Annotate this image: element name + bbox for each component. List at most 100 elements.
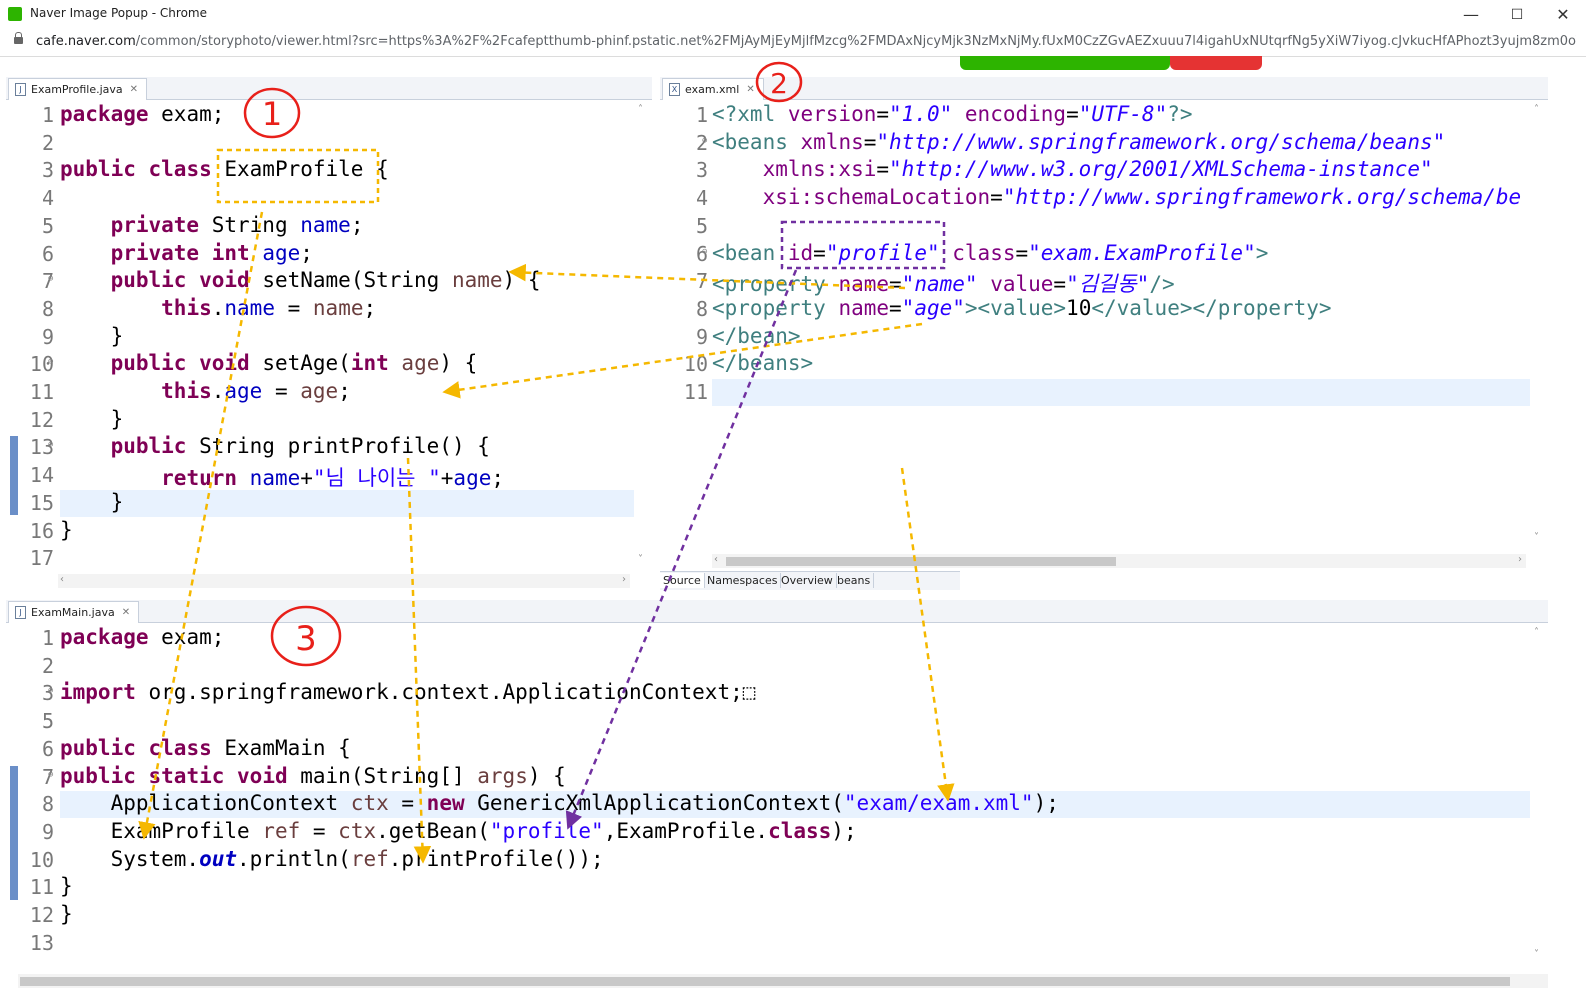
fold-toggle-icon[interactable]: ⊖ bbox=[48, 686, 53, 696]
code-token: "profile" bbox=[825, 240, 940, 265]
code-token: "name" bbox=[901, 272, 978, 297]
line-number: 10 bbox=[683, 352, 708, 377]
code-text: this.age = age; bbox=[60, 379, 351, 403]
code-text: public void setName(String name) { bbox=[60, 268, 541, 293]
page-horizontal-scrollbar[interactable] bbox=[18, 974, 1548, 988]
code-token: package bbox=[60, 625, 149, 649]
line-number: 6 bbox=[41, 736, 54, 761]
code-token: ExamMain { bbox=[211, 735, 351, 760]
line-number: 11 bbox=[683, 380, 708, 404]
scroll-up-icon[interactable]: ˄ bbox=[1534, 104, 1539, 115]
code-token: = bbox=[1015, 240, 1029, 265]
xml-tab-source[interactable]: Source bbox=[660, 573, 705, 588]
code-token: <property bbox=[712, 272, 839, 297]
line-number: 5 bbox=[695, 213, 708, 238]
code-token: private bbox=[110, 212, 200, 237]
scroll-left-icon[interactable]: ‹ bbox=[60, 574, 64, 585]
code-text: </bean> bbox=[712, 324, 801, 348]
xml-tab-beans[interactable]: beans bbox=[834, 573, 875, 588]
code-token: = bbox=[388, 791, 427, 816]
code-token: ctx bbox=[350, 791, 389, 816]
fold-toggle-icon[interactable]: ⊖ bbox=[702, 247, 707, 257]
horizontal-scrollbar[interactable]: ‹ › bbox=[712, 554, 1526, 568]
close-tab-icon[interactable]: ✕ bbox=[130, 84, 138, 95]
code-line: 13 ⊖ public String printProfile() { bbox=[6, 434, 652, 461]
code-text: <?xml version="1.0" encoding="UTF-8"?> bbox=[712, 102, 1193, 126]
close-tab-icon[interactable]: ✕ bbox=[746, 84, 754, 95]
code-area[interactable]: 1 <?xml version="1.0" encoding="UTF-8"?> 2… bbox=[660, 102, 1548, 552]
code-token: = bbox=[876, 157, 890, 182]
code-line: 7 ⊖ public void setName(String name) { bbox=[6, 268, 652, 295]
tab-exam-main-java[interactable]: J ExamMain.java ✕ bbox=[8, 601, 140, 623]
code-text: } bbox=[60, 518, 73, 542]
code-token: } bbox=[60, 874, 73, 899]
scroll-down-icon[interactable]: ˅ bbox=[1534, 949, 1539, 960]
share-stop-bar[interactable] bbox=[1170, 56, 1262, 70]
line-number: 11 bbox=[29, 380, 54, 404]
scroll-right-icon[interactable]: › bbox=[1518, 554, 1522, 565]
code-token: ) { bbox=[527, 763, 566, 788]
scroll-down-icon[interactable]: ˅ bbox=[1534, 532, 1539, 543]
scroll-left-icon[interactable]: ‹ bbox=[714, 554, 718, 565]
page-scroll-thumb[interactable] bbox=[20, 977, 1510, 986]
close-tab-icon[interactable]: ✕ bbox=[122, 607, 130, 618]
code-text: package exam; bbox=[60, 102, 224, 126]
scroll-thumb[interactable] bbox=[726, 557, 1116, 566]
maximize-button[interactable]: ☐ bbox=[1494, 0, 1540, 29]
xml-tab-overview[interactable]: Overview bbox=[778, 573, 837, 588]
scroll-right-icon[interactable]: › bbox=[622, 574, 626, 585]
code-token: ><value> bbox=[964, 295, 1067, 320]
scroll-up-icon[interactable]: ˄ bbox=[638, 104, 643, 115]
code-token: public bbox=[110, 351, 187, 376]
code-area[interactable]: 1 package exam; 2 3 public class ExamProfile… bbox=[6, 102, 652, 582]
fold-toggle-icon[interactable]: ⊖ bbox=[48, 274, 53, 284]
fold-toggle-icon[interactable]: ⊖ bbox=[48, 770, 53, 780]
exam-main-editor: J ExamMain.java ✕ 1 package exam; 2 3 ⊖ impor… bbox=[6, 600, 1548, 972]
code-line: 17 bbox=[6, 545, 652, 572]
code-text: public class ExamMain { bbox=[60, 736, 351, 760]
code-text: } bbox=[60, 902, 73, 926]
tab-exam-xml[interactable]: X exam.xml ✕ bbox=[662, 78, 764, 100]
scroll-down-icon[interactable]: ˅ bbox=[638, 554, 643, 565]
code-line: 12} bbox=[6, 902, 1548, 929]
code-token: public bbox=[60, 157, 136, 182]
close-button[interactable]: ✕ bbox=[1540, 0, 1586, 29]
code-token: this bbox=[161, 379, 212, 403]
code-token: return bbox=[161, 466, 238, 491]
scroll-up-icon[interactable]: ˄ bbox=[1534, 627, 1539, 638]
fold-toggle-icon[interactable]: ⊖ bbox=[48, 440, 53, 450]
code-token: .getBean( bbox=[376, 818, 490, 843]
code-token: main(String[] bbox=[287, 763, 478, 788]
code-token: class bbox=[768, 818, 832, 843]
code-token: ) { bbox=[502, 268, 541, 293]
fold-toggle-icon[interactable]: ⊖ bbox=[702, 136, 707, 146]
code-token: <?xml bbox=[712, 102, 788, 126]
horizontal-scrollbar[interactable]: ‹ › bbox=[58, 574, 630, 588]
code-token: } bbox=[60, 323, 124, 348]
vertical-scrollbar[interactable]: ˄ ˅ bbox=[1530, 625, 1548, 972]
tab-exam-profile-java[interactable]: J ExamProfile.java ✕ bbox=[8, 78, 148, 100]
code-line: 6 private int age; bbox=[6, 241, 652, 268]
fold-toggle-icon[interactable]: ⊖ bbox=[48, 357, 53, 367]
exam-xml-editor: X exam.xml ✕ 1 <?xml version="1.0" encodi… bbox=[660, 77, 1548, 592]
code-line: 3 ⊖ import org.springframework.context.App… bbox=[6, 680, 1548, 707]
xml-tab-namespaces[interactable]: Namespaces bbox=[704, 573, 782, 588]
vertical-scrollbar[interactable]: ˄ ˅ bbox=[1530, 102, 1548, 552]
code-line: 5 private String name; bbox=[6, 213, 652, 240]
code-line: 6 public class ExamMain { bbox=[6, 736, 1548, 763]
address-bar[interactable]: cafe.naver.com/common/storyphoto/viewer.… bbox=[0, 29, 1586, 57]
code-token: ,ExamProfile. bbox=[603, 818, 769, 843]
code-text: public String printProfile() { bbox=[60, 434, 490, 458]
code-text: return name+"님 나이는 "+age; bbox=[60, 462, 504, 492]
code-token: this bbox=[161, 295, 212, 320]
vertical-scrollbar[interactable]: ˄ ˅ bbox=[634, 102, 652, 582]
line-number: 16 bbox=[29, 518, 54, 543]
minimize-button[interactable]: — bbox=[1448, 0, 1494, 29]
code-area[interactable]: 1 package exam; 2 3 ⊖ import org.springframew… bbox=[6, 625, 1548, 972]
url-text[interactable]: cafe.naver.com/common/storyphoto/viewer.… bbox=[36, 34, 1576, 49]
